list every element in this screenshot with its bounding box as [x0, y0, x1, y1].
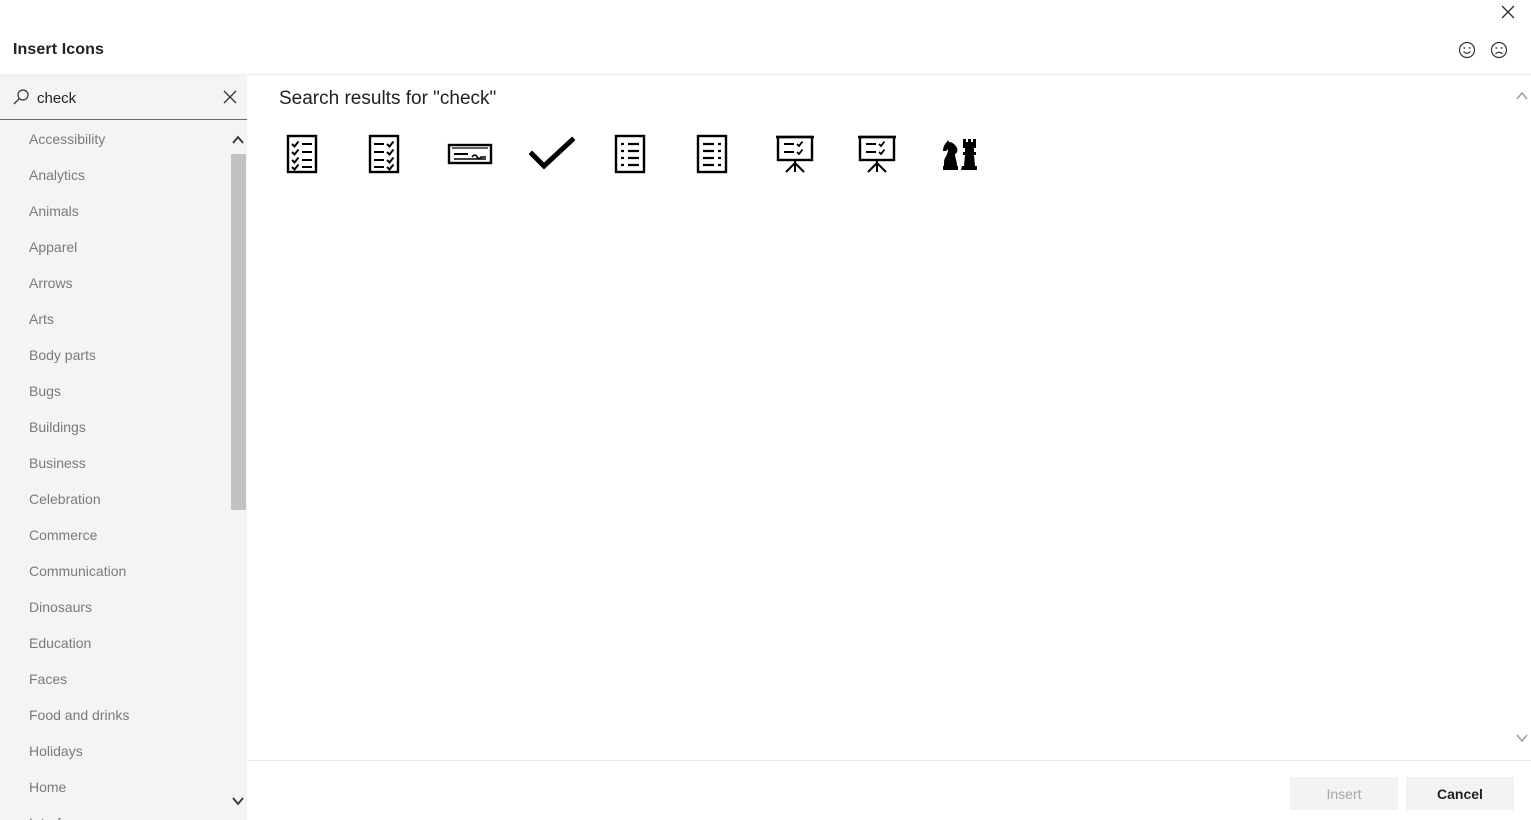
chevron-down-icon[interactable] [231, 794, 245, 808]
bank-check-icon [447, 143, 493, 165]
icon-result-tile[interactable] [685, 126, 767, 182]
chevron-up-icon[interactable] [1514, 88, 1530, 104]
checklist-icon [368, 134, 400, 174]
category-item-buildings[interactable]: Buildings [0, 409, 229, 445]
clear-search-button[interactable] [220, 87, 240, 107]
category-item-bugs[interactable]: Bugs [0, 373, 229, 409]
icon-result-tile[interactable] [849, 126, 931, 182]
category-item-interface[interactable]: Interface [0, 805, 229, 820]
frown-icon [1490, 41, 1508, 59]
insert-button[interactable]: Insert [1290, 777, 1398, 810]
icon-result-tile[interactable] [767, 126, 849, 182]
category-item-body-parts[interactable]: Body parts [0, 337, 229, 373]
checkmark-icon [529, 136, 575, 170]
category-item-accessibility[interactable]: Accessibility [0, 121, 229, 157]
icon-result-tile[interactable] [521, 126, 603, 182]
category-item-business[interactable]: Business [0, 445, 229, 481]
presentation-checklist-icon [858, 135, 896, 173]
close-icon [1501, 5, 1515, 19]
insert-icons-dialog: Insert Icons check Accessibility Analyti… [0, 0, 1531, 820]
category-item-home[interactable]: Home [0, 769, 229, 805]
close-icon [223, 90, 237, 104]
category-item-food-and-drinks[interactable]: Food and drinks [0, 697, 229, 733]
category-item-arts[interactable]: Arts [0, 301, 229, 337]
category-item-communication[interactable]: Communication [0, 553, 229, 589]
icon-result-tile[interactable] [931, 126, 1013, 182]
sidebar-scrollbar[interactable] [229, 121, 247, 820]
checklist-icon [286, 134, 318, 174]
chevron-down-icon[interactable] [1514, 730, 1530, 746]
category-item-arrows[interactable]: Arrows [0, 265, 229, 301]
category-item-dinosaurs[interactable]: Dinosaurs [0, 589, 229, 625]
search-results-title: Search results for "check" [279, 88, 497, 109]
smile-icon [1458, 41, 1476, 59]
frown-feedback-button[interactable] [1488, 39, 1510, 61]
category-item-celebration[interactable]: Celebration [0, 481, 229, 517]
category-sidebar: Accessibility Analytics Animals Apparel … [0, 75, 247, 820]
chevron-up-icon[interactable] [231, 133, 245, 147]
list-icon [696, 134, 728, 174]
category-list: Accessibility Analytics Animals Apparel … [0, 121, 229, 820]
icon-result-tile[interactable] [275, 126, 357, 182]
search-input[interactable] [37, 87, 207, 109]
icon-result-tile[interactable] [439, 126, 521, 182]
category-item-analytics[interactable]: Analytics [0, 157, 229, 193]
icon-result-tile[interactable] [603, 126, 685, 182]
category-item-faces[interactable]: Faces [0, 661, 229, 697]
category-item-holidays[interactable]: Holidays [0, 733, 229, 769]
icon-result-tile[interactable] [357, 126, 439, 182]
presentation-checklist-icon [776, 135, 814, 173]
list-icon [614, 134, 646, 174]
dialog-title: Insert Icons [13, 41, 105, 58]
category-item-commerce[interactable]: Commerce [0, 517, 229, 553]
chess-pieces-icon [943, 139, 977, 170]
smile-feedback-button[interactable] [1456, 39, 1478, 61]
footer-divider [247, 760, 1531, 761]
category-item-education[interactable]: Education [0, 625, 229, 661]
close-button[interactable] [1496, 0, 1520, 24]
search-box [0, 75, 247, 120]
search-icon [13, 89, 29, 105]
sidebar-scroll-thumb[interactable] [231, 154, 246, 510]
icon-results-grid [275, 126, 1013, 182]
cancel-button[interactable]: Cancel [1406, 777, 1514, 810]
category-item-apparel[interactable]: Apparel [0, 229, 229, 265]
category-item-animals[interactable]: Animals [0, 193, 229, 229]
